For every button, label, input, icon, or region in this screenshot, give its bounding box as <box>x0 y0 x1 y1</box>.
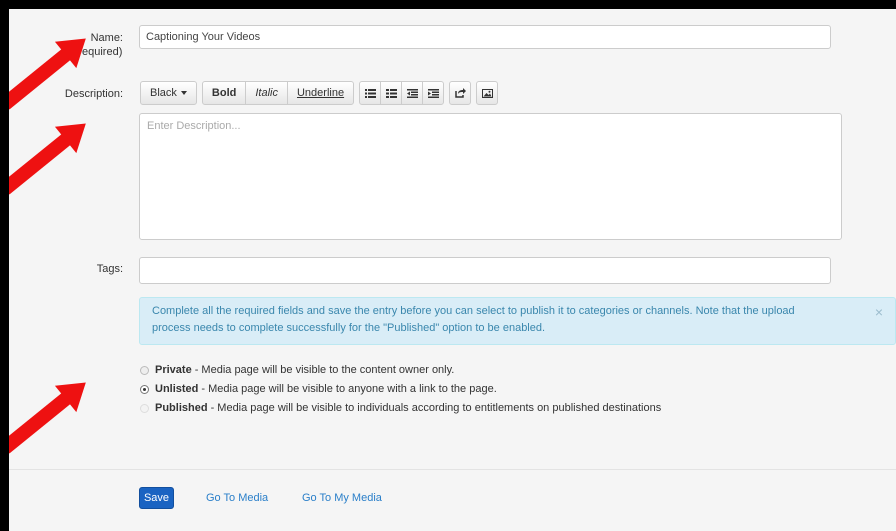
description-textarea[interactable]: Enter Description... <box>139 113 842 240</box>
radio-private[interactable] <box>140 365 149 375</box>
ordered-list-icon[interactable] <box>380 81 403 105</box>
radio-published <box>140 403 149 413</box>
bold-button[interactable]: Bold <box>201 81 247 105</box>
divider <box>9 469 896 470</box>
close-icon[interactable]: × <box>875 304 883 321</box>
save-button[interactable]: Save <box>139 487 174 509</box>
indent-icon[interactable] <box>422 81 445 105</box>
published-desc: - Media page will be visible to individu… <box>210 402 662 414</box>
private-desc: - Media page will be visible to the cont… <box>194 364 455 376</box>
unordered-list-icon[interactable] <box>359 81 382 105</box>
font-color-label: Black <box>150 87 177 99</box>
outdent-icon[interactable] <box>401 81 424 105</box>
tags-input[interactable] <box>139 257 831 284</box>
visibility-published-option: Published - Media page will be visible t… <box>140 402 661 414</box>
alert-text: Complete all the required fields and sav… <box>152 305 795 334</box>
annotation-arrow-description <box>9 126 80 195</box>
private-title: Private <box>155 364 192 376</box>
visibility-private-option[interactable]: Private - Media page will be visible to … <box>140 364 454 376</box>
description-label: Description: <box>64 88 123 100</box>
info-alert: Complete all the required fields and sav… <box>139 297 896 345</box>
name-label: Name: <box>90 32 123 44</box>
unlisted-desc: - Media page will be visible to anyone w… <box>201 383 497 395</box>
go-to-my-media-link[interactable]: Go To My Media <box>302 492 382 504</box>
published-title: Published <box>155 402 208 414</box>
name-input[interactable]: Captioning Your Videos <box>139 25 831 49</box>
link-icon[interactable] <box>449 81 472 105</box>
go-to-media-link[interactable]: Go To Media <box>206 492 268 504</box>
font-color-dropdown[interactable]: Black <box>140 81 197 105</box>
tags-label: Tags: <box>96 263 123 275</box>
image-icon[interactable] <box>476 81 499 105</box>
italic-button[interactable]: Italic <box>245 81 288 105</box>
unlisted-title: Unlisted <box>155 383 199 395</box>
underline-button[interactable]: Underline <box>286 81 355 105</box>
annotation-arrow-visibility <box>9 385 80 454</box>
media-edit-form: Name: equired) Captioning Your Videos De… <box>9 9 896 531</box>
visibility-unlisted-option[interactable]: Unlisted - Media page will be visible to… <box>140 383 497 395</box>
editor-toolbar: Black Bold Italic Underline <box>140 81 503 105</box>
caret-down-icon <box>180 91 187 95</box>
radio-unlisted[interactable] <box>140 384 149 394</box>
